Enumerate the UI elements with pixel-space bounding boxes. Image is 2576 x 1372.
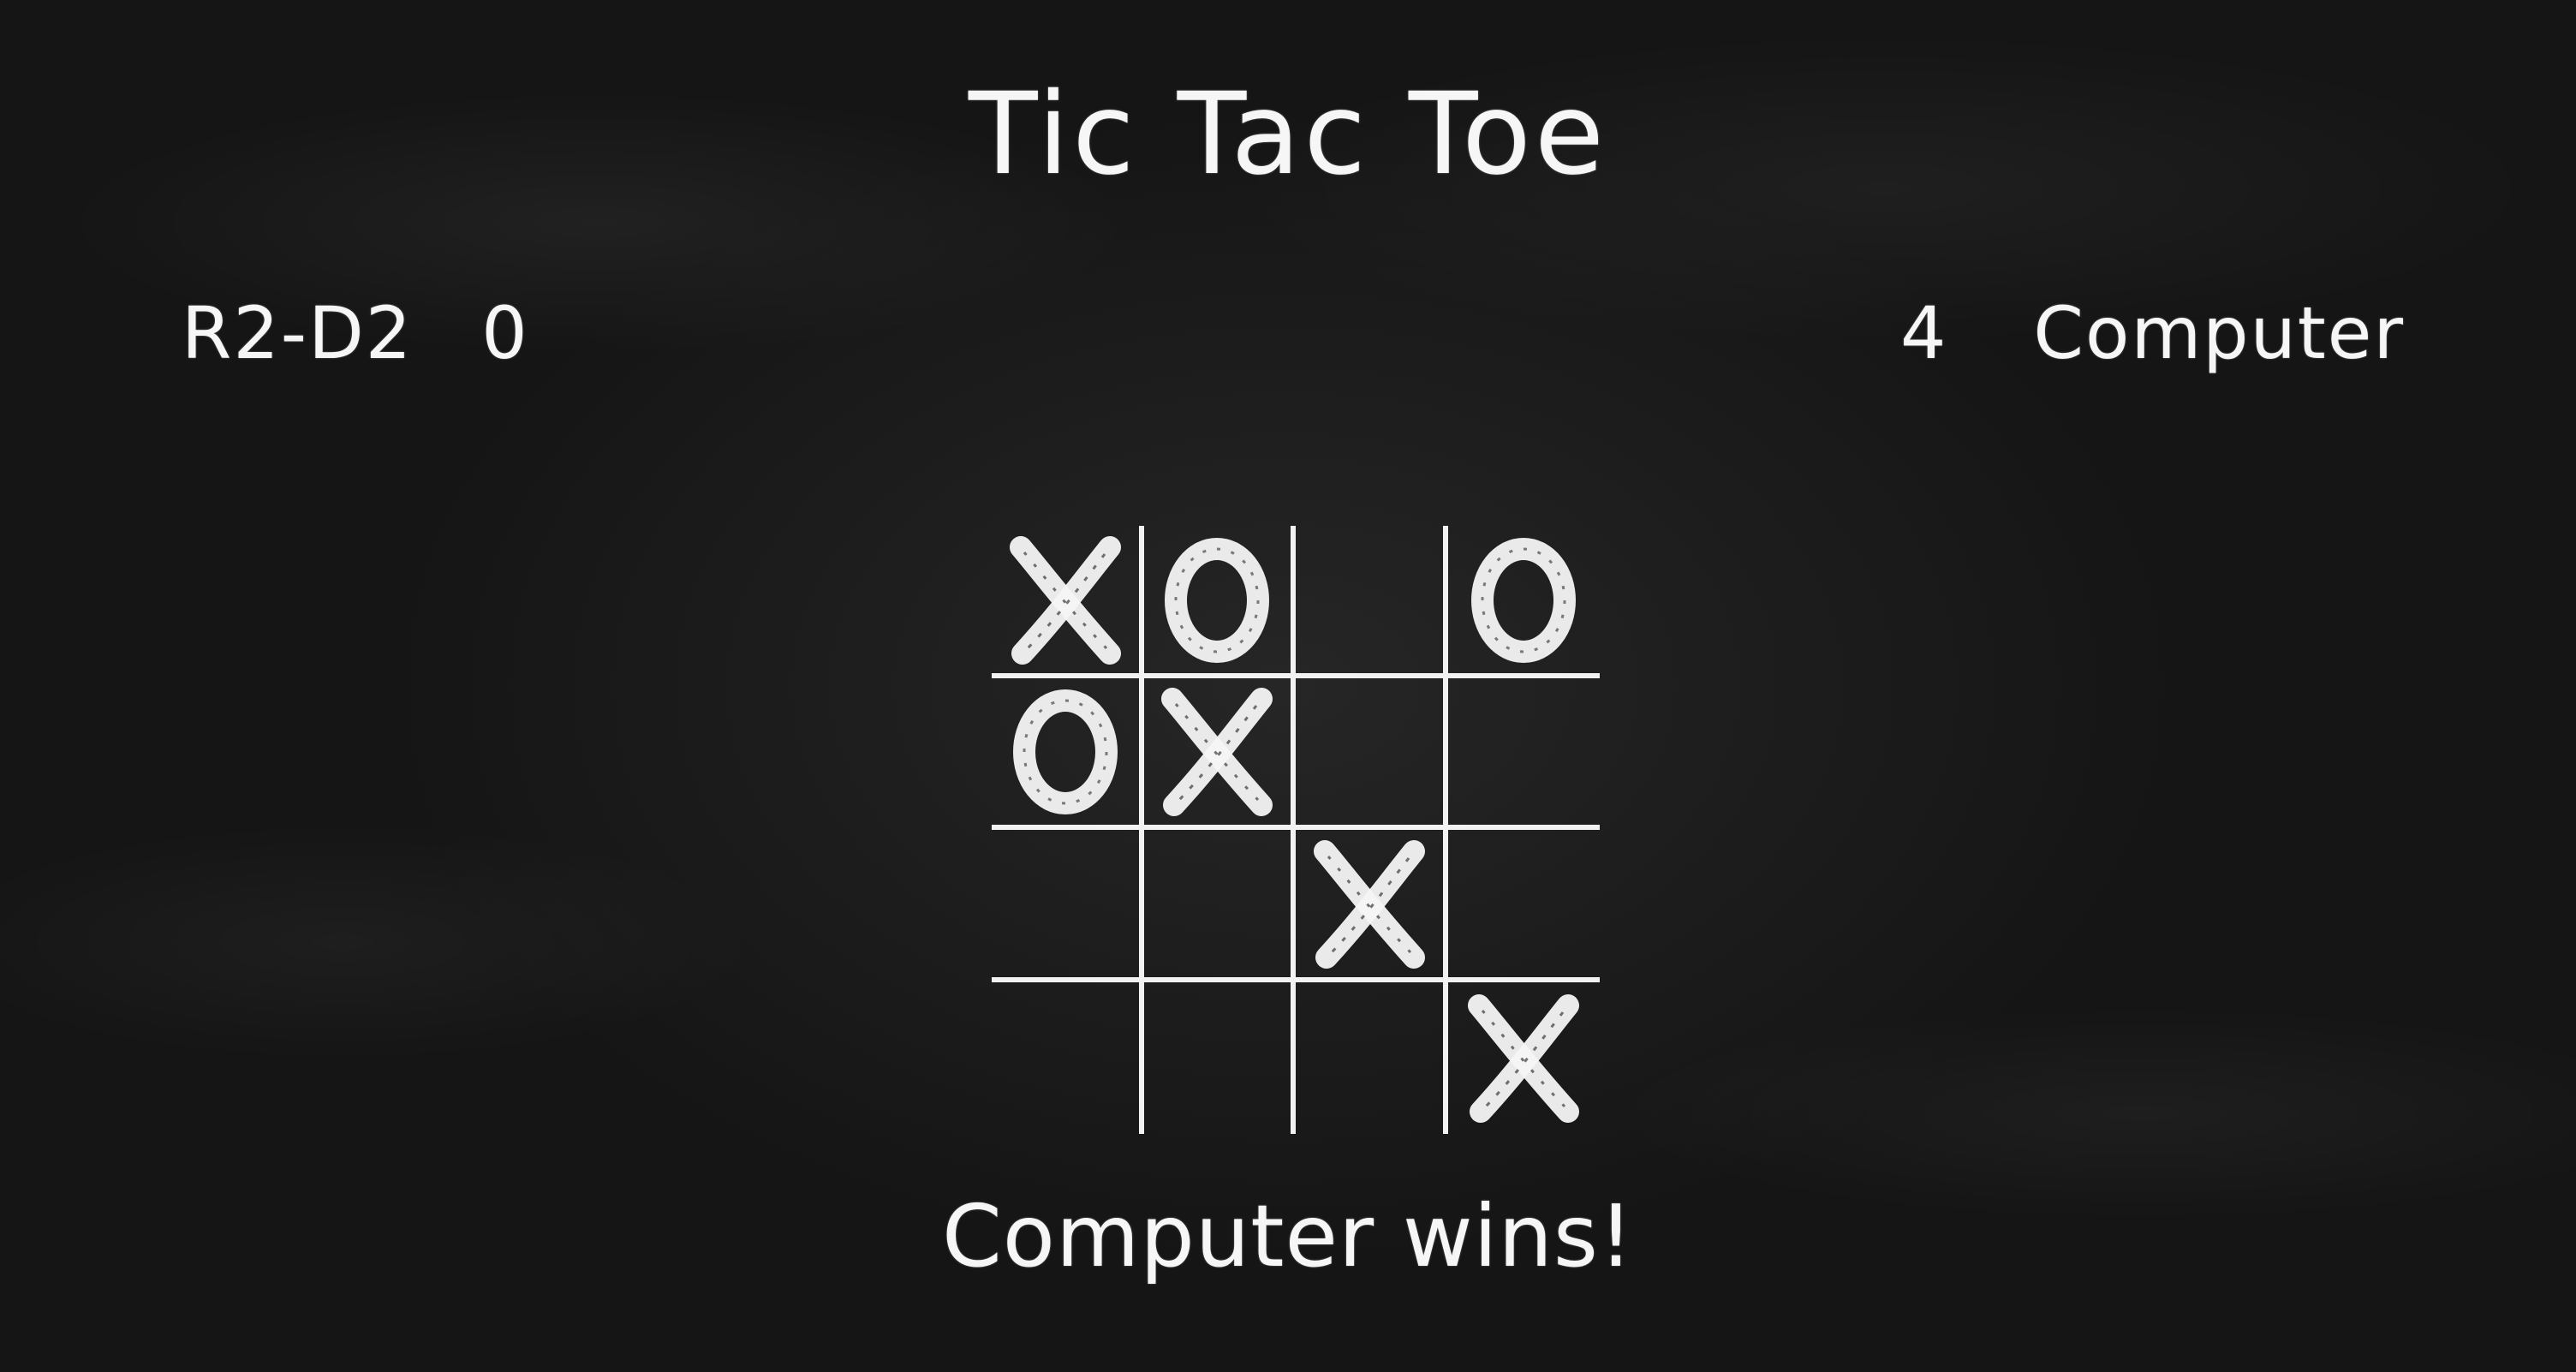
board-cell-r3-c0[interactable] <box>992 981 1144 1134</box>
player-right-score: 4 Computer <box>1900 291 2405 375</box>
board-cell-r0-c3[interactable] <box>1447 526 1600 678</box>
x-mark-icon <box>1464 993 1583 1124</box>
board-cell-r1-c0[interactable] <box>992 677 1144 830</box>
o-mark-icon <box>1157 535 1277 664</box>
board-cell-r0-c2[interactable] <box>1296 526 1448 678</box>
o-mark-icon <box>1005 687 1125 815</box>
board-cell-r3-c3[interactable] <box>1448 982 1601 1135</box>
board-cell-r0-c1[interactable] <box>1143 526 1296 678</box>
board-cell-r2-c3[interactable] <box>1447 830 1600 982</box>
player-right-score-value: 4 <box>1899 291 1948 375</box>
player-left-name: R2-D2 <box>182 291 414 375</box>
board-cell-r3-c1[interactable] <box>1144 981 1296 1134</box>
player-left-score-value: 0 <box>481 291 529 375</box>
player-left-score: R2-D2 0 <box>182 291 529 375</box>
board-cell-r1-c1[interactable] <box>1143 677 1296 830</box>
board-cell-r1-c3[interactable] <box>1447 678 1600 830</box>
game-board <box>992 526 1600 1134</box>
x-mark-icon <box>1309 839 1429 969</box>
board-cell-r2-c2[interactable] <box>1296 830 1448 982</box>
board-cell-r2-c0[interactable] <box>992 830 1144 982</box>
board-cell-r0-c0[interactable] <box>992 526 1144 678</box>
player-right-name: Computer <box>2033 291 2405 375</box>
board-cell-r2-c1[interactable] <box>1143 830 1296 982</box>
board-cell-r1-c2[interactable] <box>1296 677 1448 830</box>
x-mark-icon <box>1005 535 1125 665</box>
x-mark-icon <box>1157 687 1277 817</box>
game-title: Tic Tac Toe <box>968 69 1608 200</box>
game-screen: { "title": "Tic Tac Toe", "players": { "… <box>0 0 2576 1372</box>
game-status-message: Computer wins! <box>941 1186 1635 1286</box>
board-cell-r3-c2[interactable] <box>1296 981 1448 1134</box>
o-mark-icon <box>1464 535 1583 664</box>
